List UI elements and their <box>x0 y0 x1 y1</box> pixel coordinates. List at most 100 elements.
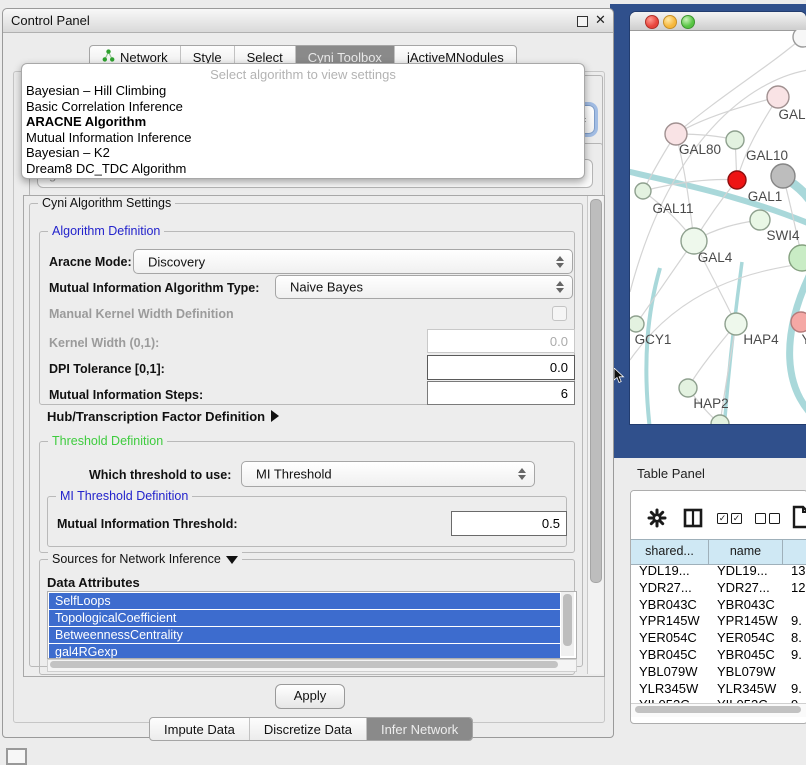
unchecked-box-icon <box>769 513 780 524</box>
table-cell: YDL19... <box>631 563 709 580</box>
minimize-window-icon[interactable] <box>663 15 677 29</box>
network-node-gcy1[interactable] <box>630 316 644 332</box>
settings-scrollbar-thumb[interactable] <box>590 199 602 583</box>
dropdown-item-dream8-dc-tdc-algorithm[interactable]: Dream8 DC_TDC Algorithm <box>24 161 582 177</box>
table-header-row[interactable]: shared...nameA <box>631 539 806 565</box>
table-cell: YPR145W <box>709 613 783 630</box>
kernel-width-field[interactable]: 0.0 <box>427 329 575 353</box>
attributes-scrollbar-thumb[interactable] <box>563 594 572 646</box>
network-canvas[interactable]: GALGAL80GAL10GAL1GAL11GAL4SWI4GCY1HAP4YH… <box>630 30 806 424</box>
algorithm-combo-placeholder: Select algorithm to view settings <box>22 67 584 82</box>
network-node-hap2[interactable] <box>679 379 697 397</box>
table-row[interactable]: YDL19...YDL19...13 <box>631 563 806 580</box>
which-threshold-combo[interactable]: MI Threshold <box>241 461 535 487</box>
combo-stepper-icon <box>518 468 526 480</box>
apply-button[interactable]: Apply <box>275 684 345 709</box>
attributes-hscrollbar[interactable] <box>47 659 577 672</box>
close-window-icon[interactable] <box>645 15 659 29</box>
table-cell: 9. <box>783 681 806 698</box>
show-columns-icon[interactable]: ✓✓ <box>717 513 745 531</box>
mi-threshold-definition-title: MI Threshold Definition <box>56 489 192 503</box>
data-attributes-list[interactable]: SelfLoopsTopologicalCoefficientBetweenne… <box>47 591 577 659</box>
file-icon[interactable] <box>791 505 806 529</box>
attribute-item-topologicalcoefficient[interactable]: TopologicalCoefficient <box>49 610 560 626</box>
attribute-item-gal4rgexp[interactable]: gal4RGexp <box>49 644 560 659</box>
table-cell: YBR045C <box>631 647 709 664</box>
table-scroll-thumb[interactable] <box>635 706 801 713</box>
settings-scrollbar-track[interactable] <box>587 196 603 674</box>
attribute-item-betweennesscentrality[interactable]: BetweennessCentrality <box>49 627 560 643</box>
collapsed-panel-icon[interactable] <box>6 748 27 765</box>
node-label-swi4: SWI4 <box>766 228 799 243</box>
gear-icon[interactable] <box>647 508 667 528</box>
table-cell: YBL079W <box>709 664 783 681</box>
network-window-titlebar[interactable] <box>630 12 806 31</box>
dropdown-item-bayesian-k2[interactable]: Bayesian – K2 <box>24 145 582 161</box>
attributes-hscroll-thumb[interactable] <box>50 661 558 668</box>
table-body[interactable]: YDL19...YDL19...13YDR27...YDR27...12YBR0… <box>631 563 806 703</box>
which-threshold-label: Which threshold to use: <box>89 468 231 482</box>
network-node-gal11[interactable] <box>635 183 651 199</box>
column-header-a[interactable]: A <box>783 540 806 564</box>
table-cell: 9. <box>783 647 806 664</box>
mi-type-combo[interactable]: Naive Bayes <box>275 275 573 299</box>
network-edge[interactable] <box>636 241 694 324</box>
table-cell: YER054C <box>631 630 709 647</box>
table-cell: YBL079W <box>631 664 709 681</box>
dpi-tolerance-label: DPI Tolerance [0,1]: <box>49 362 165 376</box>
network-node-gal[interactable] <box>767 86 789 108</box>
tab-discretize-data[interactable]: Discretize Data <box>250 718 367 740</box>
tab-label: Discretize Data <box>264 722 352 737</box>
network-node[interactable] <box>771 164 795 188</box>
network-node-swi4[interactable] <box>789 245 806 271</box>
table-cell: YBR045C <box>709 647 783 664</box>
table-cell: YER054C <box>709 630 783 647</box>
dropdown-item-aracne-algorithm[interactable]: ARACNE Algorithm <box>24 114 582 130</box>
dropdown-item-mutual-information-inference[interactable]: Mutual Information Inference <box>24 130 582 146</box>
mi-type-label: Mutual Information Algorithm Type: <box>49 281 259 295</box>
dpi-tolerance-field[interactable]: 0.0 <box>427 355 575 380</box>
table-row[interactable]: YER054CYER054C8. <box>631 630 806 647</box>
table-cell: 13 <box>783 563 806 580</box>
mi-steps-field[interactable]: 6 <box>427 381 575 405</box>
network-node-gal10[interactable] <box>726 131 744 149</box>
tab-infer-network[interactable]: Infer Network <box>367 718 472 740</box>
close-panel-icon[interactable]: ✕ <box>595 12 606 28</box>
table-row[interactable]: YBR043CYBR043C <box>631 597 806 614</box>
table-row[interactable]: YBR045CYBR045C9. <box>631 647 806 664</box>
column-header-name[interactable]: name <box>709 540 783 564</box>
table-panel: ✓✓ shared...nameA YDL19...YDL19...13YDR2… <box>630 490 806 724</box>
aracne-mode-label: Aracne Mode: <box>49 255 132 269</box>
mi-threshold-field[interactable]: 0.5 <box>451 511 567 536</box>
column-header-shared-[interactable]: shared... <box>631 540 709 564</box>
table-row[interactable]: YPR145WYPR145W9. <box>631 613 806 630</box>
aracne-mode-combo[interactable]: Discovery <box>133 249 573 274</box>
dpi-tolerance-value: 0.0 <box>550 360 568 375</box>
network-node-gal1[interactable] <box>750 210 770 230</box>
dropdown-item-bayesian-hill-climbing[interactable]: Bayesian – Hill Climbing <box>24 83 582 99</box>
dropdown-item-basic-correlation-inference[interactable]: Basic Correlation Inference <box>24 99 582 115</box>
mi-threshold-label: Mutual Information Threshold: <box>57 517 238 531</box>
float-panel-icon[interactable] <box>577 16 588 27</box>
tab-label: Impute Data <box>164 722 235 737</box>
manual-kernel-checkbox[interactable] <box>552 306 567 321</box>
combo-stepper-icon <box>556 281 564 293</box>
table-cell: YDL19... <box>709 563 783 580</box>
hide-columns-icon[interactable] <box>755 513 783 531</box>
zoom-window-icon[interactable] <box>681 15 695 29</box>
node-label-y: Y <box>801 332 806 347</box>
split-columns-icon[interactable] <box>683 508 703 528</box>
network-node[interactable] <box>728 171 746 189</box>
table-row[interactable]: YLR345WYLR345W9. <box>631 681 806 698</box>
control-panel-window: Control Panel ✕ NetworkStyleSelectCyni T… <box>2 8 614 738</box>
table-horizontal-scrollbar[interactable] <box>631 703 806 717</box>
cyni-bottom-tabbar: Impute Data Discretize Data Infer Network <box>149 717 473 741</box>
network-node-y[interactable] <box>791 312 806 332</box>
attribute-item-selfloops[interactable]: SelfLoops <box>49 593 560 609</box>
table-row[interactable]: YBL079WYBL079W <box>631 664 806 681</box>
network-edge[interactable] <box>676 97 778 134</box>
hub-definition-expander[interactable]: Hub/Transcription Factor Definition <box>47 409 279 424</box>
table-row[interactable]: YDR27...YDR27...12 <box>631 580 806 597</box>
table-cell: YBR043C <box>631 597 709 614</box>
tab-impute-data[interactable]: Impute Data <box>150 718 250 740</box>
